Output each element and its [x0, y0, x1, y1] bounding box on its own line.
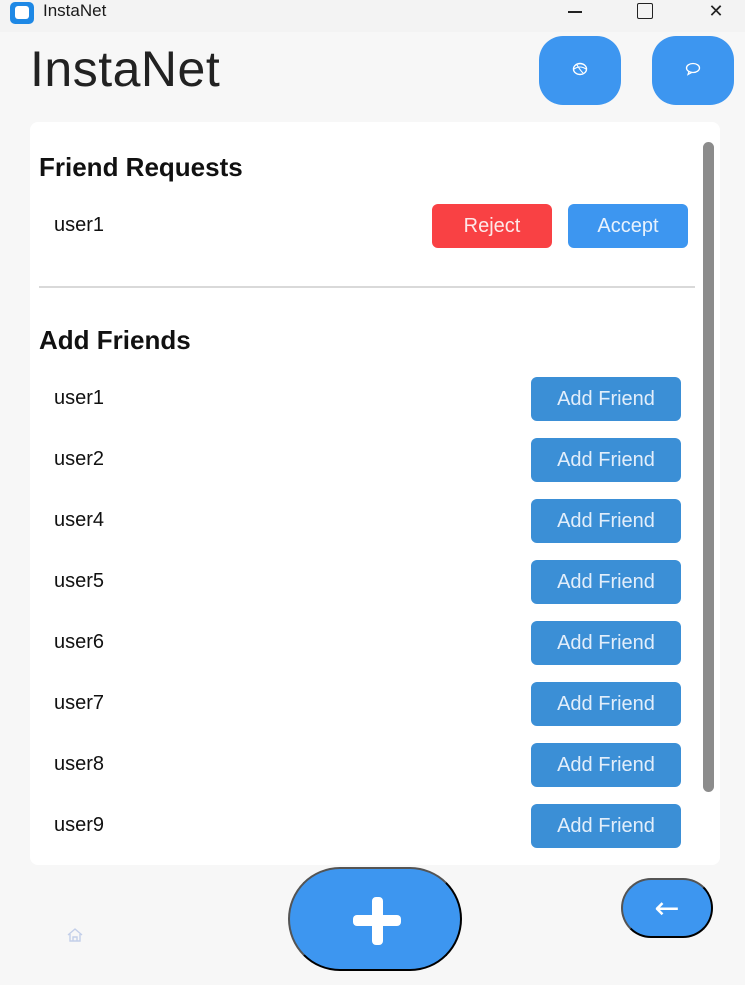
- suggestion-username: user2: [54, 448, 105, 470]
- globe-icon: [572, 62, 588, 79]
- app-title: InstaNet: [30, 41, 221, 97]
- add-friend-row: user6 Add Friend: [30, 621, 700, 665]
- back-button[interactable]: ←: [621, 878, 713, 938]
- friends-panel: Friend Requests user1 Reject Accept Add …: [30, 122, 720, 865]
- friend-requests-heading: Friend Requests: [39, 152, 243, 182]
- add-friend-button[interactable]: Add Friend: [531, 682, 681, 726]
- add-friend-row: user5 Add Friend: [30, 560, 700, 604]
- window-title: InstaNet: [43, 1, 107, 20]
- suggestion-username: user9: [54, 814, 105, 836]
- add-post-button[interactable]: [288, 867, 462, 971]
- request-username: user1: [54, 214, 105, 236]
- home-icon[interactable]: [66, 927, 84, 947]
- friend-request-row: user1 Reject Accept: [30, 204, 700, 248]
- suggestion-username: user4: [54, 509, 105, 531]
- add-friend-button[interactable]: Add Friend: [531, 560, 681, 604]
- chat-bubble-icon: [685, 62, 701, 79]
- add-friend-button[interactable]: Add Friend: [531, 377, 681, 421]
- suggestion-username: user6: [54, 631, 105, 653]
- add-friend-button[interactable]: Add Friend: [531, 804, 681, 848]
- reject-button[interactable]: Reject: [432, 204, 552, 248]
- section-divider: [39, 286, 695, 288]
- scrollbar[interactable]: [703, 142, 714, 792]
- suggestion-username: user1: [54, 387, 105, 409]
- suggestion-username: user8: [54, 753, 105, 775]
- globe-button[interactable]: [539, 36, 621, 105]
- add-friend-row: user9 Add Friend: [30, 804, 700, 848]
- add-friend-row: user1 Add Friend: [30, 377, 700, 421]
- add-friends-heading: Add Friends: [39, 325, 191, 355]
- minimize-button[interactable]: [547, 0, 603, 22]
- app-window: InstaNet ✕ InstaNet Friend Requests user…: [0, 0, 745, 985]
- maximize-button[interactable]: [617, 0, 673, 22]
- add-friend-row: user8 Add Friend: [30, 743, 700, 787]
- add-friend-row: user4 Add Friend: [30, 499, 700, 543]
- accept-button[interactable]: Accept: [568, 204, 688, 248]
- chat-button[interactable]: [652, 36, 734, 105]
- title-bar: InstaNet ✕: [0, 0, 745, 32]
- add-friend-button[interactable]: Add Friend: [531, 499, 681, 543]
- add-friend-row: user7 Add Friend: [30, 682, 700, 726]
- add-friend-button[interactable]: Add Friend: [531, 743, 681, 787]
- suggestion-username: user5: [54, 570, 105, 592]
- app-icon: [10, 2, 34, 24]
- close-button[interactable]: ✕: [688, 0, 744, 22]
- add-friend-button[interactable]: Add Friend: [531, 438, 681, 482]
- add-friend-button[interactable]: Add Friend: [531, 621, 681, 665]
- add-friend-row: user2 Add Friend: [30, 438, 700, 482]
- suggestion-username: user7: [54, 692, 105, 714]
